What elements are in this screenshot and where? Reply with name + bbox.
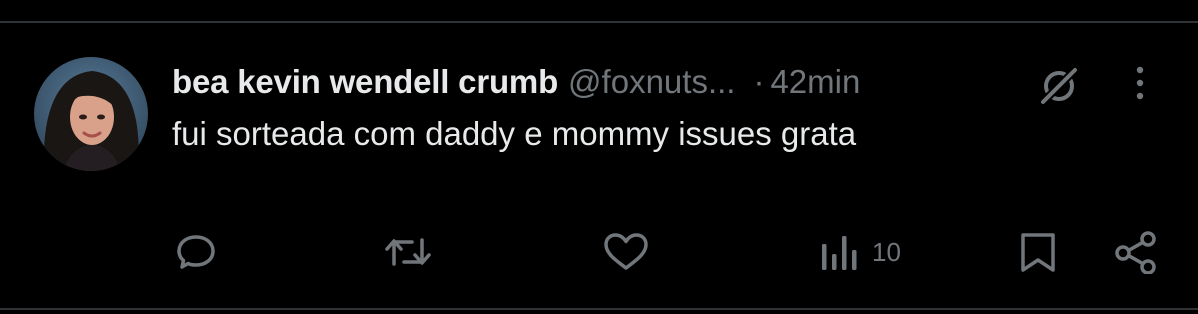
avatar[interactable] xyxy=(34,57,148,171)
tweet-header: bea kevin wendell crumb @foxnuts... · 42… xyxy=(172,60,860,104)
tweet-text: fui sorteada com daddy e mommy issues gr… xyxy=(172,115,857,152)
grok-icon[interactable] xyxy=(1034,60,1084,110)
profile-photo-icon xyxy=(34,57,148,171)
heart-icon xyxy=(604,233,648,270)
reply-button[interactable] xyxy=(174,228,218,276)
bottom-divider xyxy=(0,308,1198,310)
user-handle[interactable]: @foxnuts... xyxy=(568,63,735,101)
bar-chart-icon xyxy=(822,236,857,270)
bookmark-button[interactable] xyxy=(1016,228,1060,276)
share-button[interactable] xyxy=(1111,228,1161,276)
retweet-arrows-icon xyxy=(385,238,431,266)
display-name[interactable]: bea kevin wendell crumb xyxy=(172,63,558,101)
views-count: 10 xyxy=(872,236,901,267)
timestamp[interactable]: 42min xyxy=(770,63,860,101)
speech-bubble-icon xyxy=(177,235,215,269)
bookmark-icon xyxy=(1021,233,1055,272)
share-icon xyxy=(1115,231,1156,274)
retweet-button[interactable] xyxy=(382,228,434,276)
like-button[interactable] xyxy=(601,228,651,276)
more-options-icon[interactable] xyxy=(1120,62,1160,106)
views-button[interactable]: 10 xyxy=(820,228,901,276)
separator-dot: · xyxy=(753,63,765,100)
top-divider xyxy=(0,21,1198,23)
